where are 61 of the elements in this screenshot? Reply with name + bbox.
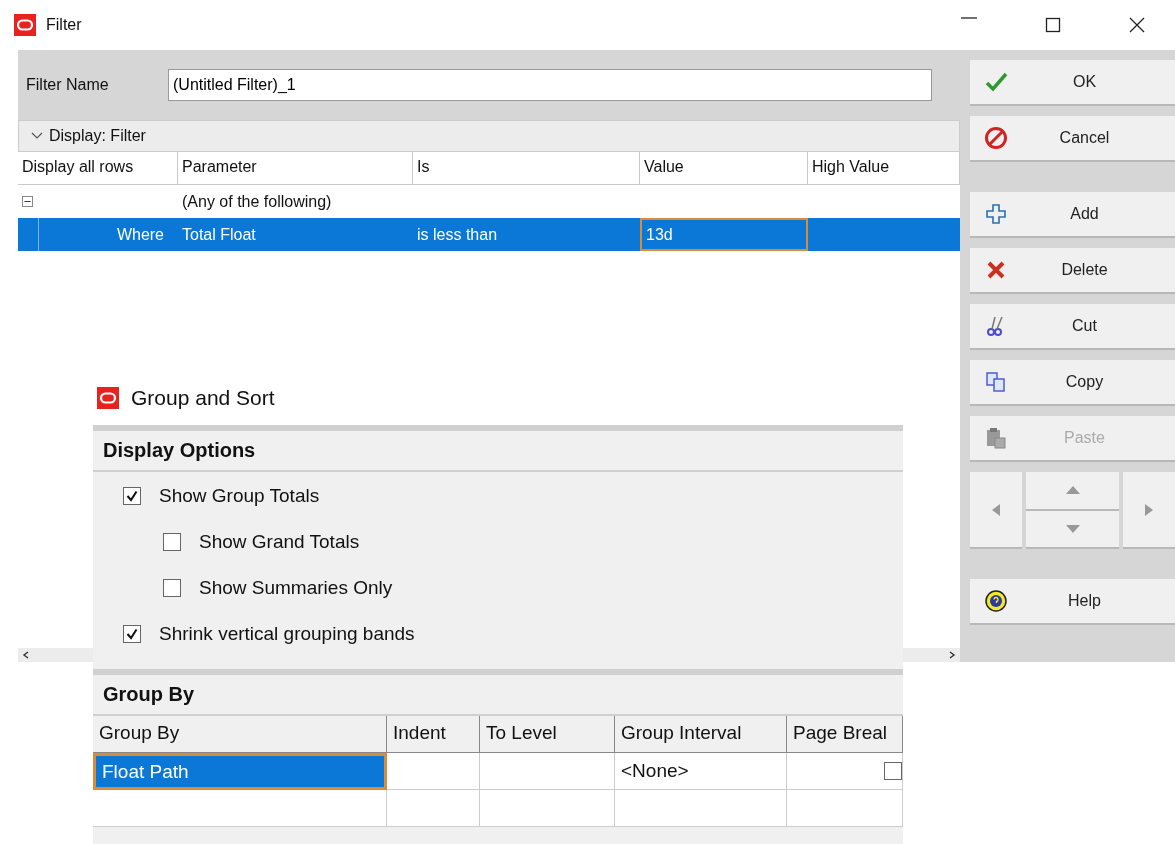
checkbox-label: Show Grand Totals bbox=[199, 531, 360, 553]
checkbox[interactable] bbox=[163, 579, 181, 597]
column-header[interactable]: Page Breal bbox=[787, 716, 903, 753]
table-cell: <None> bbox=[615, 753, 787, 790]
scroll-right-icon bbox=[948, 651, 956, 659]
section-heading: Display Options bbox=[93, 431, 903, 472]
checkbox[interactable] bbox=[123, 487, 141, 505]
table-cell: is less than bbox=[417, 225, 498, 244]
checkbox[interactable] bbox=[163, 533, 181, 551]
dialog-button[interactable]: Cut bbox=[970, 304, 1175, 350]
checkbox-label: Shrink vertical grouping bands bbox=[159, 623, 415, 645]
checkbox[interactable] bbox=[123, 625, 141, 643]
dialog-button[interactable]: Delete bbox=[970, 248, 1175, 294]
triangle-left-icon bbox=[992, 503, 1000, 516]
filter-name-field[interactable]: (Untitled Filter)_1 bbox=[168, 69, 932, 101]
help-icon bbox=[984, 589, 1008, 613]
checkmark-icon bbox=[126, 490, 138, 502]
dialog-button[interactable]: OK bbox=[970, 60, 1175, 106]
window-title: Filter bbox=[46, 16, 82, 34]
plus-icon bbox=[984, 202, 1008, 226]
column-header[interactable]: Parameter bbox=[178, 152, 413, 185]
column-header[interactable]: High Value bbox=[808, 152, 960, 185]
column-header[interactable]: Is bbox=[413, 152, 640, 185]
triangle-down-icon bbox=[1065, 524, 1080, 533]
table-cell: Where bbox=[116, 225, 164, 244]
check-icon bbox=[984, 70, 1008, 94]
section-header[interactable]: Display: Filter bbox=[18, 120, 960, 152]
field-label: Filter Name bbox=[26, 76, 110, 94]
column-header[interactable]: To Level bbox=[480, 716, 615, 753]
window-title: Group and Sort bbox=[131, 385, 275, 410]
app-logo-icon bbox=[14, 14, 36, 36]
maximize-icon bbox=[1045, 17, 1061, 33]
column-header[interactable]: Indent bbox=[387, 716, 480, 753]
column-header[interactable]: Group Interval bbox=[615, 716, 787, 753]
dialog-button[interactable]: Copy bbox=[970, 360, 1175, 406]
dialog-button[interactable]: Cancel bbox=[970, 116, 1175, 162]
close-icon bbox=[1129, 17, 1145, 33]
table-row[interactable]: (Any of the following) bbox=[18, 185, 960, 218]
clipboard-icon bbox=[984, 426, 1008, 450]
value-cell[interactable]: 13d bbox=[640, 218, 808, 251]
checkbox[interactable] bbox=[884, 762, 902, 780]
table-cell: Total Float bbox=[182, 225, 256, 244]
selected-row[interactable]: Where Total Float is less than 13d bbox=[18, 218, 960, 251]
no-entry-icon bbox=[984, 126, 1008, 150]
checkbox-label: Show Summaries Only bbox=[199, 577, 393, 599]
table-cell: (Any of the following) bbox=[182, 192, 332, 211]
chevron-down-icon bbox=[31, 132, 43, 140]
scroll-left-icon bbox=[22, 651, 30, 659]
copy-icon bbox=[984, 370, 1008, 394]
column-header[interactable]: Group By bbox=[93, 716, 387, 753]
checkmark-icon bbox=[126, 628, 138, 640]
table-cell[interactable]: Float Path bbox=[93, 753, 387, 790]
help-button[interactable]: Help bbox=[970, 579, 1175, 625]
triangle-right-icon bbox=[1145, 503, 1153, 516]
checkbox-label: Show Group Totals bbox=[159, 485, 320, 507]
triangle-up-icon bbox=[1065, 486, 1080, 495]
app-logo-icon bbox=[97, 386, 119, 409]
dialog-button[interactable]: Add bbox=[970, 192, 1175, 238]
column-header[interactable]: Display all rows bbox=[18, 152, 178, 185]
minimize-icon bbox=[961, 17, 977, 19]
column-header[interactable]: Value bbox=[640, 152, 808, 185]
